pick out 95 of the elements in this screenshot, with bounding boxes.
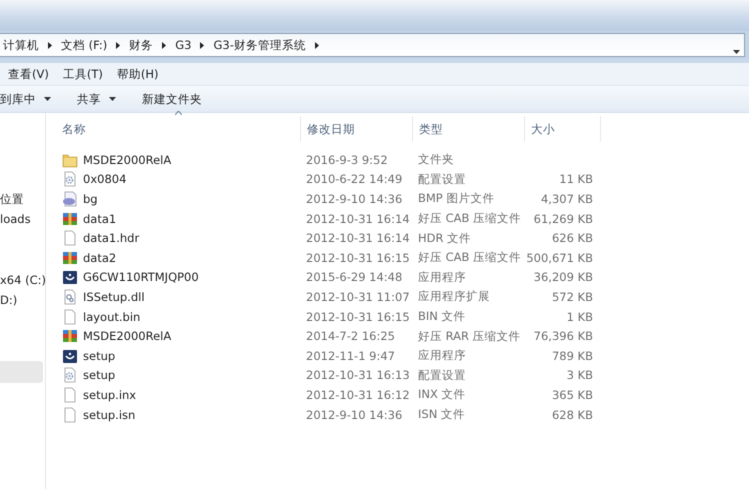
file-name[interactable]: data2 xyxy=(62,250,306,266)
file-type: 配置设置 xyxy=(418,172,466,187)
file-size: 626 KB xyxy=(552,231,593,246)
modified-date: 2012-9-10 14:36 xyxy=(306,408,402,422)
chevron-icon xyxy=(314,42,319,48)
breadcrumb[interactable]: 计算机 xyxy=(3,38,39,52)
settings-file-icon xyxy=(62,367,78,384)
file-type: ISN 文件 xyxy=(418,407,465,422)
file-size: 36,209 KB xyxy=(534,270,593,284)
file-icon xyxy=(62,230,78,246)
nav-item[interactable]: D:) xyxy=(0,290,45,310)
file-name[interactable]: layout.bin xyxy=(62,308,306,325)
file-size: 1 KB xyxy=(566,310,593,324)
image-file-icon xyxy=(62,190,78,207)
menu-item[interactable]: 工具(T) xyxy=(62,66,103,82)
modified-date: 2012-10-31 11:07 xyxy=(306,290,410,304)
menu-item[interactable]: 查看(V) xyxy=(8,66,49,82)
file-name[interactable]: G6CW110RTMJQP00 xyxy=(62,269,306,286)
file-type: BMP 图片文件 xyxy=(418,191,494,206)
application-icon xyxy=(62,348,78,364)
toolbar-button[interactable]: 到库中 xyxy=(0,87,51,111)
archive-icon xyxy=(62,250,78,266)
file-name[interactable]: setup xyxy=(62,348,306,364)
archive-icon xyxy=(62,210,78,227)
file-size: 11 KB xyxy=(559,172,593,186)
file-size: 61,269 KB xyxy=(534,212,593,226)
file-name[interactable]: data1.hdr xyxy=(62,230,306,246)
toolbar-button[interactable]: 新建文件夹 xyxy=(142,87,202,111)
caret-icon xyxy=(733,50,740,54)
modified-date: 2012-10-31 16:14 xyxy=(306,231,410,246)
file-type: 应用程序 xyxy=(418,270,466,285)
file-icon xyxy=(62,386,78,403)
file-name[interactable]: ISSetup.dll xyxy=(62,288,306,305)
file-size: 76,396 KB xyxy=(534,329,593,344)
column-header[interactable]: 类型 xyxy=(413,116,525,142)
file-type: HDR 文件 xyxy=(418,230,472,246)
modified-date: 2014-7-2 16:25 xyxy=(306,329,395,344)
chevron-icon xyxy=(200,42,204,48)
toolbar-button[interactable]: 共享 xyxy=(77,87,116,111)
file-name[interactable]: 0x0804 xyxy=(62,171,306,188)
file-icon xyxy=(62,308,78,325)
nav-item[interactable]: loads xyxy=(0,209,45,229)
file-type: 应用程序 xyxy=(418,348,466,364)
modified-date: 2015-6-29 14:48 xyxy=(306,270,402,284)
chevron-icon xyxy=(162,42,166,48)
file-name[interactable]: MSDE2000RelA xyxy=(62,152,306,168)
chevron-icon xyxy=(116,42,120,48)
file-type: 好压 CAB 压缩文件 xyxy=(418,211,522,226)
chevron-icon xyxy=(48,42,52,48)
application-icon xyxy=(62,269,78,286)
modified-date: 2012-10-31 16:14 xyxy=(306,212,410,226)
file-name[interactable]: data1 xyxy=(62,210,306,227)
file-icon xyxy=(62,406,78,423)
modified-date: 2012-10-31 16:12 xyxy=(306,388,410,402)
modified-date: 2012-10-31 16:15 xyxy=(306,250,410,265)
file-type: 好压 RAR 压缩文件 xyxy=(418,328,521,344)
nav-item[interactable]: x64 (C:) xyxy=(0,270,45,290)
file-name[interactable]: setup.inx xyxy=(62,386,306,403)
file-size: 500,671 KB xyxy=(526,250,593,265)
modified-date: 2016-9-3 9:52 xyxy=(306,152,388,167)
file-type: BIN 文件 xyxy=(418,309,466,324)
file-size: 3 KB xyxy=(566,368,593,382)
breadcrumb[interactable]: 文档 (F:) xyxy=(61,38,108,52)
breadcrumb[interactable]: 财务 xyxy=(129,38,154,52)
settings-file-icon xyxy=(62,171,78,188)
column-header[interactable]: 大小 xyxy=(525,116,601,142)
file-size: 572 KB xyxy=(552,290,593,304)
file-size: 4,307 KB xyxy=(540,192,593,206)
file-size: 789 KB xyxy=(552,348,593,363)
nav-item[interactable]: 位置 xyxy=(0,189,45,209)
file-type: 好压 CAB 压缩文件 xyxy=(418,250,522,266)
menu-item[interactable]: 帮助(H) xyxy=(116,66,158,82)
file-type: 配置设置 xyxy=(418,368,466,383)
gear-file-icon xyxy=(62,288,78,305)
file-name[interactable]: setup.isn xyxy=(62,406,306,423)
file-type: INX 文件 xyxy=(418,387,466,402)
file-size: 365 KB xyxy=(552,388,593,402)
file-name[interactable]: setup xyxy=(62,367,306,384)
modified-date: 2012-10-31 16:13 xyxy=(306,368,410,382)
archive-icon xyxy=(62,328,78,344)
file-name[interactable]: MSDE2000RelA xyxy=(62,328,306,344)
file-type: 应用程序扩展 xyxy=(418,289,490,304)
breadcrumb[interactable]: G3-财务管理系统 xyxy=(213,38,306,52)
file-name[interactable]: bg xyxy=(62,190,306,207)
column-header[interactable]: 修改日期 xyxy=(301,116,413,142)
modified-date: 2012-10-31 16:15 xyxy=(306,310,410,324)
modified-date: 2012-9-10 14:36 xyxy=(306,192,402,206)
file-size: 628 KB xyxy=(552,408,593,422)
file-type: 文件夹 xyxy=(418,152,454,168)
column-header[interactable]: 名称 xyxy=(46,116,301,142)
modified-date: 2010-6-22 14:49 xyxy=(306,172,402,186)
folder-icon xyxy=(62,152,78,168)
breadcrumb[interactable]: G3 xyxy=(175,38,192,52)
modified-date: 2012-11-1 9:47 xyxy=(306,348,395,363)
address-bar[interactable]: 计算机 文档 (F:) 财务 G3 G3-财务管理系统 xyxy=(0,33,745,57)
